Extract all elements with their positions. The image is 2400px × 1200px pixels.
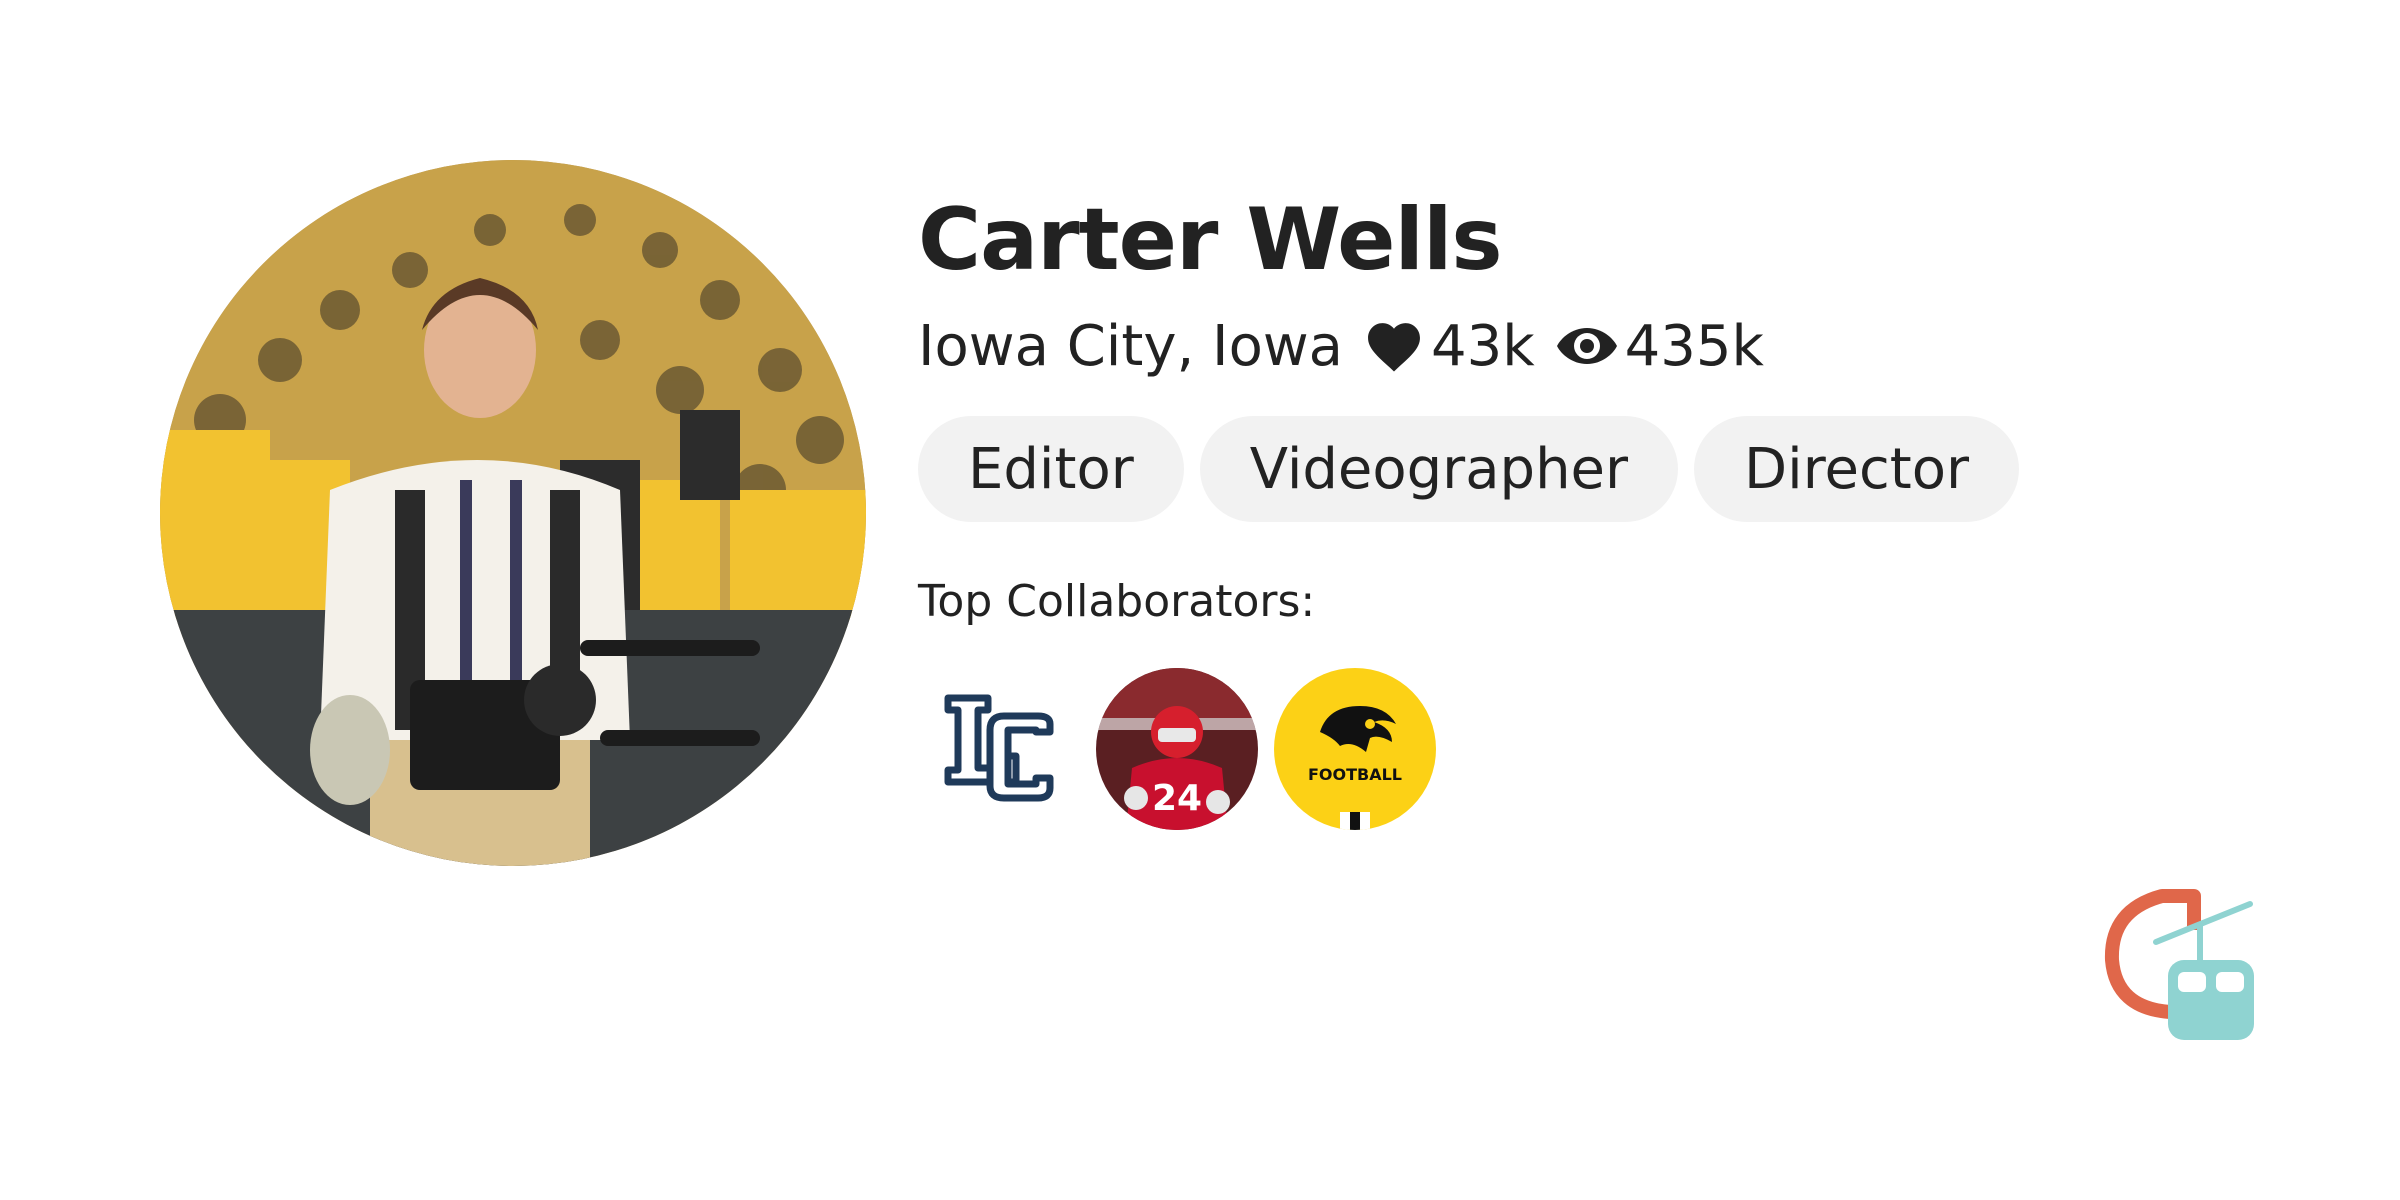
lc-monogram-logo xyxy=(918,668,1080,830)
profile-info: Carter Wells Iowa City, Iowa 43k 435k Ed… xyxy=(918,180,2218,830)
collaborator-hawkeye-football[interactable]: FOOTBALL xyxy=(1274,668,1436,830)
heart-icon xyxy=(1363,318,1425,374)
views-count: 435k xyxy=(1624,313,1764,379)
role-tag-videographer[interactable]: Videographer xyxy=(1199,416,1679,522)
avatar-photo xyxy=(160,160,866,866)
profile-location: Iowa City, Iowa xyxy=(918,313,1343,379)
role-tag-director[interactable]: Director xyxy=(1694,416,2020,522)
likes-count: 43k xyxy=(1430,313,1535,379)
top-collaborators-heading: Top Collaborators: xyxy=(918,576,1316,627)
football-player-photo: 24 xyxy=(1096,668,1258,830)
profile-avatar[interactable] xyxy=(160,160,866,866)
profile-name: Carter Wells xyxy=(918,190,1503,290)
role-tag-editor[interactable]: Editor xyxy=(918,416,1184,522)
role-tags: Editor Videographer Director xyxy=(918,416,2218,522)
svg-text:FOOTBALL: FOOTBALL xyxy=(1308,765,1402,784)
collaborator-player[interactable]: 24 xyxy=(1096,668,1258,830)
collaborator-list: 24 FOOTBALL xyxy=(918,668,2218,830)
gondola-brand-logo[interactable] xyxy=(2090,880,2270,1060)
collaborator-lc[interactable] xyxy=(918,668,1080,830)
hawkeye-logo: FOOTBALL xyxy=(1274,668,1436,830)
svg-text:24: 24 xyxy=(1152,778,1202,819)
profile-stats: Iowa City, Iowa 43k 435k xyxy=(918,306,2218,386)
eye-icon xyxy=(1555,324,1619,368)
